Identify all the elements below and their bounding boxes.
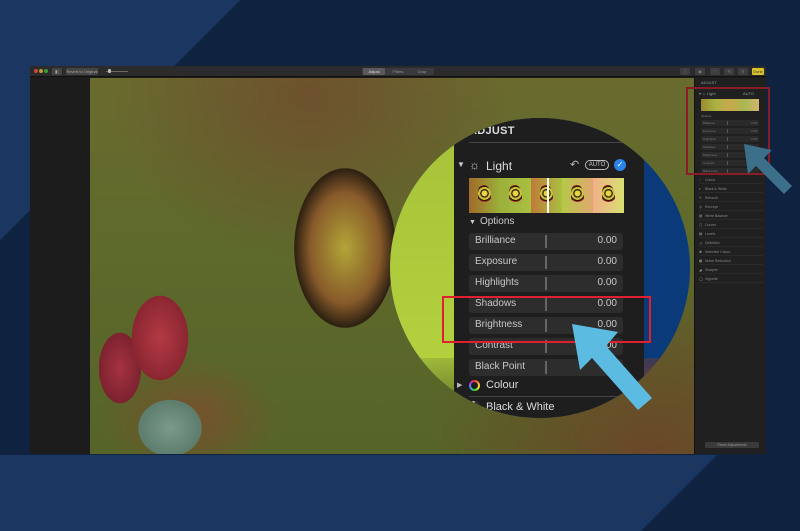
slider-exposure[interactable]: Exposure 0.00 [469,254,623,271]
black-white-icon: ◐ [699,187,702,191]
sidebar-section-white-balance[interactable]: ▨ White Balance [699,212,763,220]
slider-highlights[interactable]: Highlights 0.00 [469,275,623,292]
colour-icon: ◌ [699,178,702,182]
section-label: Vignette [705,277,718,281]
colour-label: Colour [486,379,519,391]
slider-handle[interactable] [545,235,547,248]
section-label: White Balance [705,214,728,218]
black-white-icon [469,401,480,412]
zoom-slider-knob[interactable] [108,69,111,73]
tab-adjust[interactable]: Adjust [363,68,385,75]
slider-label: Brilliance [475,235,516,246]
magic-wand-icon[interactable]: ⚲ [738,68,748,75]
pointer-arrow-large [572,324,652,410]
reset-adjustments-button[interactable]: Reset Adjustments [705,442,759,448]
adjust-title: ADJUST [469,125,515,137]
favorite-icon[interactable]: ◉ [695,68,705,75]
undo-icon[interactable]: ↶ [570,158,579,171]
slider-value: 0.00 [597,277,617,288]
light-label: Light [486,159,513,173]
red-eye-icon: ◎ [699,205,703,209]
section-label: Selective Colour [705,250,731,254]
rotate-icon[interactable]: ⟲ [724,68,734,75]
section-label: Black & White [705,187,727,191]
disclosure-triangle-icon[interactable]: ▼ [457,160,465,169]
thumbnail [469,178,500,213]
sidebar-section-noise-reduction[interactable]: ▦ Noise Reduction [699,257,763,265]
sidebar-section-sharpen[interactable]: ◢ Sharpen [699,266,763,274]
slider-handle[interactable] [545,277,547,290]
fullscreen-window-button[interactable] [44,69,48,73]
curves-icon: ▢ [699,223,703,227]
thumbnail [562,178,593,213]
sharpen-icon: ◢ [699,268,702,272]
sidebar-section-levels[interactable]: ▤ Levels [699,230,763,238]
divider [469,142,644,143]
sidebar-section-curves[interactable]: ▢ Curves [699,221,763,229]
toolbar: ◧ Revert to Original Adjust Filters Crop… [30,66,766,77]
done-button[interactable]: Done [752,68,764,75]
vignette-icon: ◯ [699,277,703,281]
options-toggle[interactable]: ▼ Options [469,216,514,227]
sidebar-section-definition[interactable]: ◿ Definition [699,239,763,247]
close-window-button[interactable] [34,69,38,73]
sidebar-toggle-icon[interactable]: ◧ [52,68,62,75]
definition-icon: ◿ [699,241,702,245]
sun-icon: ☼ [469,158,480,172]
light-section-header[interactable]: ▼ ☼ Light ↶ AUTO ✓ [457,158,644,173]
thumbnail [593,178,624,213]
edit-mode-tabs: Adjust Filters Crop [362,68,434,75]
disclosure-triangle-icon: ▼ [469,219,476,226]
sidebar-title: ADJUST [701,80,717,85]
section-label: Colour [705,178,716,182]
tab-filters[interactable]: Filters [387,68,409,75]
revert-to-original-button[interactable]: Revert to Original [66,68,98,75]
thumbnail [500,178,531,213]
section-label: Curves [705,223,717,227]
section-label: Definition [705,241,720,245]
levels-icon: ▤ [699,232,703,236]
noise-reduction-icon: ▦ [699,259,703,263]
slider-label: Black Point [475,361,526,372]
slider-brilliance[interactable]: Brilliance 0.00 [469,233,623,250]
section-label: Sharpen [705,268,719,272]
sidebar-section-selective-colour[interactable]: ✱ Selective Colour [699,248,763,256]
slider-value: 0.00 [597,235,617,246]
sidebar-section-red-eye[interactable]: ◎ Red-eye [699,203,763,211]
slider-handle[interactable] [545,256,547,269]
disclosure-triangle-icon[interactable]: ▶ [457,381,462,389]
butterfly-image [235,138,415,368]
retouch-icon: ✎ [699,196,702,200]
sidebar-section-vignette[interactable]: ◯ Vignette [699,275,763,283]
thumbnail-slider-handle[interactable] [547,178,549,213]
section-label: Noise Reduction [705,259,731,263]
section-label: Levels [705,232,716,236]
tab-crop[interactable]: Crop [411,68,433,75]
section-label: Red-eye [705,205,719,209]
checkmark-icon[interactable]: ✓ [614,159,626,171]
white-balance-icon: ▨ [699,214,703,218]
black-white-label: Black & White [486,401,555,413]
options-label: Options [479,216,515,227]
slider-handle[interactable] [545,361,547,374]
section-label: Retouch [705,196,719,200]
slider-label: Highlights [475,277,519,288]
minimize-window-button[interactable] [39,69,43,73]
flower-image [90,258,230,454]
slider-label: Exposure [475,256,518,267]
pointer-arrow-small [744,144,792,194]
colour-wheel-icon [469,380,480,391]
slider-value: 0.00 [597,256,617,267]
selective-colour-icon: ✱ [699,250,702,254]
heart-icon[interactable]: ♡ [710,68,720,75]
info-icon[interactable]: ⓘ [680,68,690,75]
auto-button[interactable]: AUTO [585,160,609,170]
